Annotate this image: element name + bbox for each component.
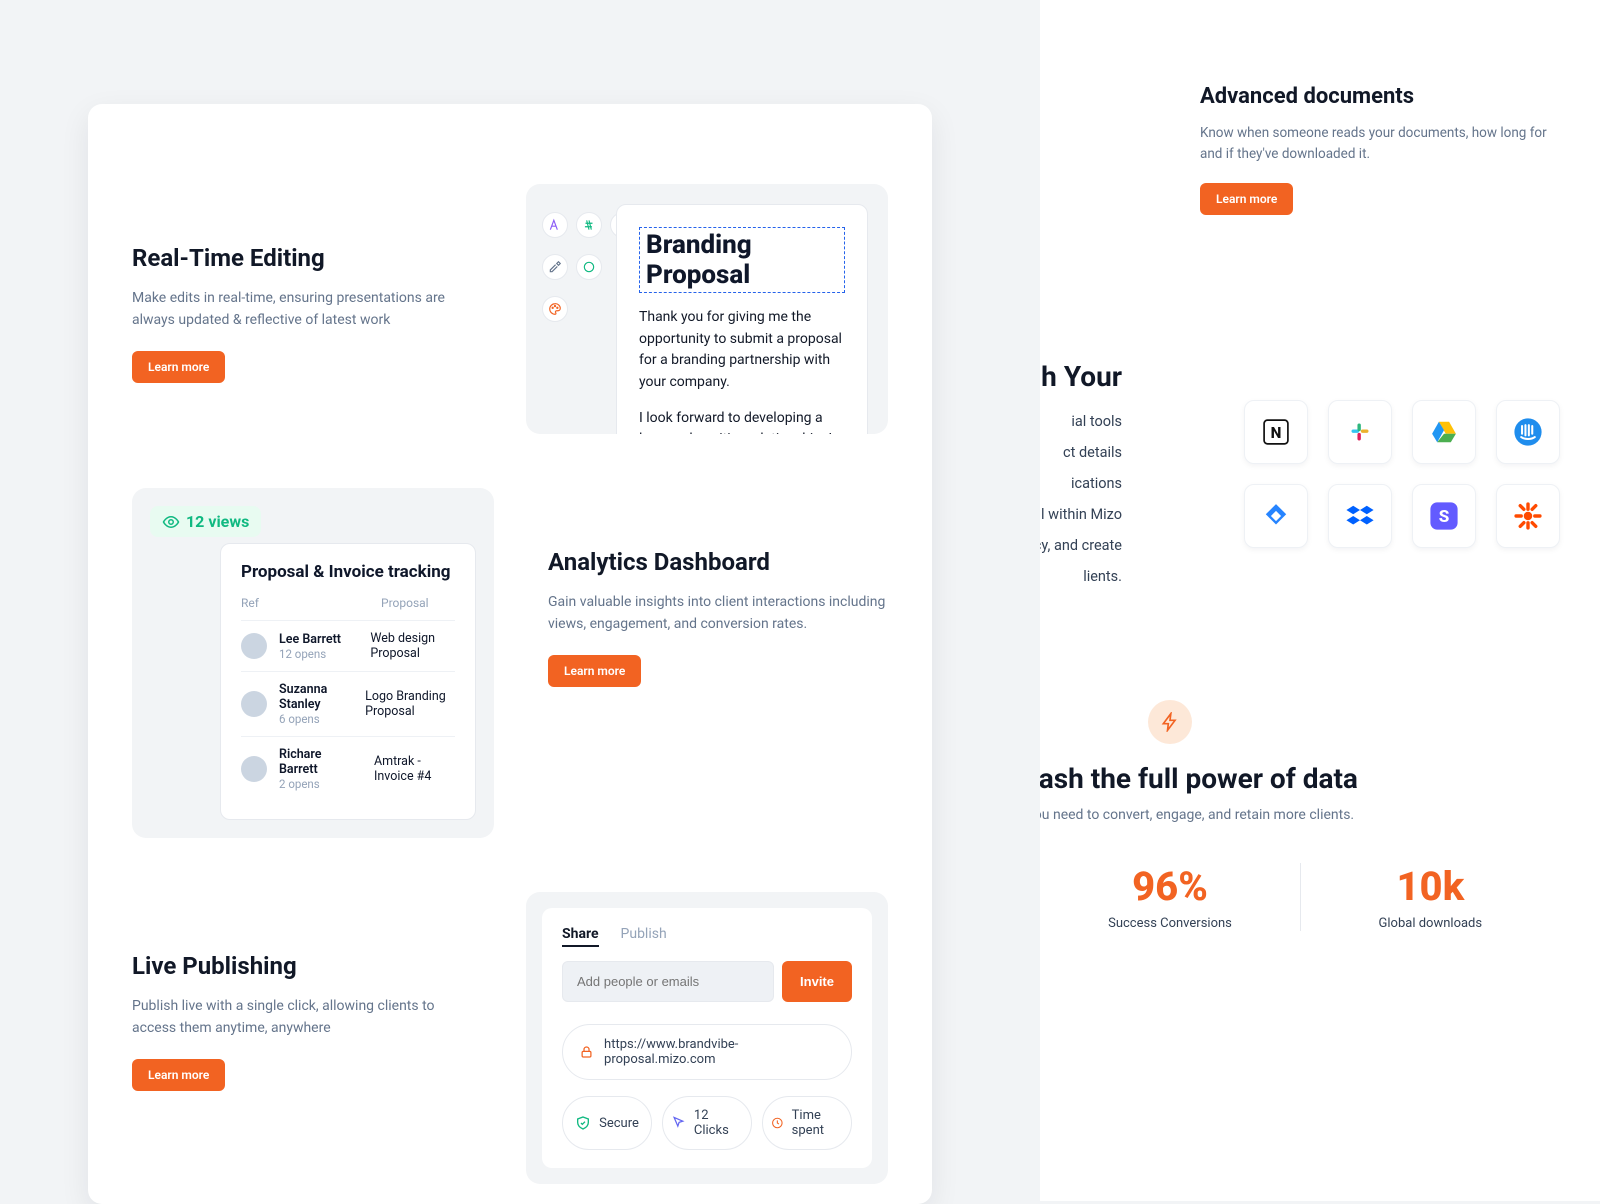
pill-secure: Secure: [562, 1096, 652, 1150]
table-row[interactable]: Richare Barrett2 opens Amtrak - Invoice …: [241, 736, 455, 801]
row-opens: 12 opens: [279, 647, 358, 661]
integration-line: iency, and create: [1040, 537, 1122, 554]
editor-paragraph-1: Thank you for giving me the opportunity …: [639, 307, 845, 394]
share-url: https://www.brandvibe-proposal.mizo.com: [604, 1037, 835, 1067]
integration-line: lients.: [1040, 568, 1122, 585]
table-row[interactable]: Lee Barrett12 opens Web design Proposal: [241, 620, 455, 671]
invite-button[interactable]: Invite: [782, 961, 852, 1002]
power-sub: ything you need to convert, engage, and …: [1040, 807, 1560, 823]
section-tracking: 12 views Proposal & Invoice tracking Ref…: [132, 488, 888, 838]
svg-text:N: N: [1271, 424, 1282, 442]
row-proposal: Web design Proposal: [370, 631, 455, 661]
editor-panel: Branding Proposal Thank you for giving m…: [526, 184, 888, 434]
invite-input[interactable]: [562, 961, 774, 1002]
svg-text:S: S: [1439, 507, 1450, 527]
stats-block: Unleash the full power of data ything yo…: [1040, 700, 1560, 931]
pill-time: Time spent: [762, 1096, 852, 1150]
views-pill: 12 views: [150, 506, 261, 537]
tracking-heading: Proposal & Invoice tracking: [241, 562, 455, 582]
views-count: 12 views: [186, 512, 249, 531]
row-name: Richare Barrett: [279, 747, 362, 777]
lightning-icon: [1148, 700, 1192, 744]
table-row[interactable]: Suzanna Stanley6 opens Logo Branding Pro…: [241, 671, 455, 736]
row-proposal: Amtrak - Invoice #4: [374, 754, 455, 784]
editor-paragraph-2: I look forward to developing a long and …: [639, 408, 845, 434]
eyedropper-icon[interactable]: [542, 254, 568, 280]
integration-line: ct details: [1040, 444, 1122, 461]
tracking-panel: 12 views Proposal & Invoice tracking Ref…: [132, 488, 494, 838]
metric-3: 10k Global downloads: [1300, 863, 1560, 931]
clock-icon: [771, 1115, 784, 1131]
main-marketing-card: Real-Time Editing Make edits in real-tim…: [88, 104, 932, 1204]
integration-line: ial tools: [1040, 413, 1122, 430]
eye-icon: [162, 513, 180, 531]
analytics-title: Analytics Dashboard: [548, 548, 888, 576]
editor-document[interactable]: Branding Proposal Thank you for giving m…: [616, 204, 868, 434]
analytics-desc: Gain valuable insights into client inter…: [548, 592, 888, 635]
avatar: [241, 691, 267, 717]
zapier-icon[interactable]: [1496, 484, 1560, 548]
analytics-learn-more-button[interactable]: Learn more: [548, 655, 641, 687]
lock-icon: [579, 1044, 594, 1060]
drive-icon[interactable]: [1412, 400, 1476, 464]
advanced-block: Advanced documents Know when someone rea…: [1200, 84, 1560, 215]
text-icon[interactable]: [576, 212, 602, 238]
integration-line: ications: [1040, 475, 1122, 492]
integrations-text: h Your ial tools ct details ications ine…: [1040, 360, 1122, 599]
cursor-icon: [671, 1115, 686, 1131]
realtime-desc: Make edits in real-time, ensuring presen…: [132, 288, 472, 331]
advanced-title: Advanced documents: [1200, 84, 1560, 109]
realtime-learn-more-button[interactable]: Learn more: [132, 351, 225, 383]
share-panel: Share Publish Invite https://www.brandvi…: [526, 892, 888, 1184]
advanced-desc: Know when someone reads your documents, …: [1200, 123, 1560, 165]
tracking-card: Proposal & Invoice tracking Ref Proposal…: [220, 543, 476, 820]
shield-icon: [575, 1115, 591, 1131]
integration-logos: N S: [1244, 400, 1560, 548]
font-icon[interactable]: [542, 212, 568, 238]
share-link[interactable]: https://www.brandvibe-proposal.mizo.com: [562, 1024, 852, 1080]
realtime-title: Real-Time Editing: [132, 244, 472, 272]
row-name: Lee Barrett: [279, 632, 358, 647]
integration-line: ines —all within Mizo: [1040, 506, 1122, 523]
section-realtime: Real-Time Editing Make edits in real-tim…: [132, 184, 888, 434]
power-title: Unleash the full power of data: [1040, 762, 1560, 795]
right-overlay: Views (12 total) Time spent on document …: [1040, 0, 1600, 1201]
advanced-learn-more-button[interactable]: Learn more: [1200, 183, 1293, 215]
integrations-title: h Your: [1040, 360, 1122, 393]
tab-publish[interactable]: Publish: [621, 926, 667, 947]
dropbox-icon[interactable]: [1328, 484, 1392, 548]
notion-icon[interactable]: N: [1244, 400, 1308, 464]
row-name: Suzanna Stanley: [279, 682, 353, 712]
stripe-icon[interactable]: S: [1412, 484, 1476, 548]
editor-title[interactable]: Branding Proposal: [639, 227, 845, 293]
palette-icon[interactable]: [542, 296, 568, 322]
col-proposal: Proposal: [381, 596, 429, 610]
tab-share[interactable]: Share: [562, 926, 599, 947]
row-opens: 6 opens: [279, 712, 353, 726]
section-livepub: Live Publishing Publish live with a sing…: [132, 892, 888, 1184]
pill-clicks: 12 Clicks: [662, 1096, 752, 1150]
row-opens: 2 opens: [279, 777, 362, 791]
metric-2: 96% Success Conversions: [1040, 863, 1300, 931]
jira-icon[interactable]: [1244, 484, 1308, 548]
livepub-title: Live Publishing: [132, 952, 472, 980]
avatar: [241, 633, 267, 659]
intercom-icon[interactable]: [1496, 400, 1560, 464]
circle-icon[interactable]: [576, 254, 602, 280]
slack-icon[interactable]: [1328, 400, 1392, 464]
col-ref: Ref: [241, 596, 381, 610]
livepub-desc: Publish live with a single click, allowi…: [132, 996, 472, 1039]
avatar: [241, 756, 267, 782]
share-tabs: Share Publish: [562, 926, 852, 947]
livepub-learn-more-button[interactable]: Learn more: [132, 1059, 225, 1091]
row-proposal: Logo Branding Proposal: [365, 689, 455, 719]
